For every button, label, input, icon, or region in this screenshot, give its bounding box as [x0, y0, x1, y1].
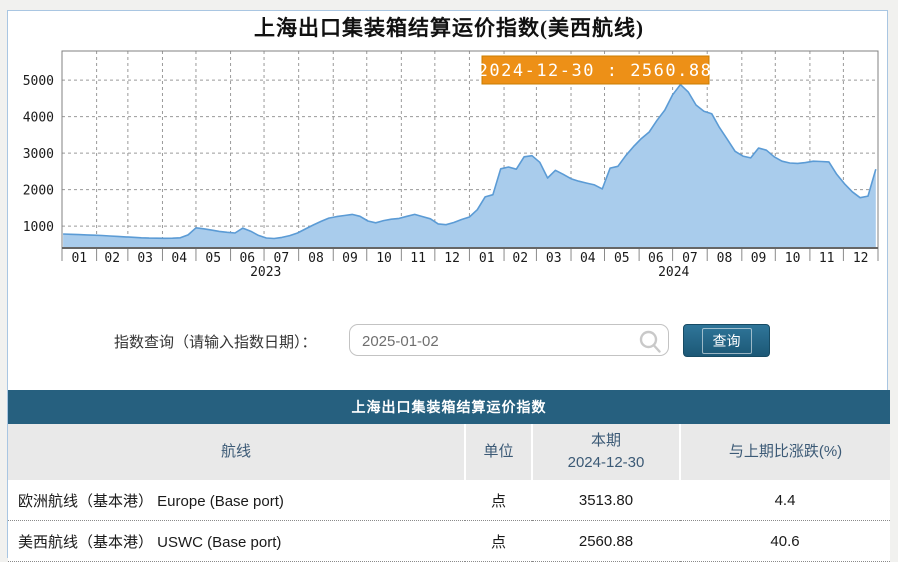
date-search-box[interactable] — [349, 324, 669, 356]
table-row: 美西航线（基本港） USWC (Base port) 点 2560.88 40.… — [8, 520, 890, 562]
svg-text:05: 05 — [205, 251, 221, 266]
svg-text:2024: 2024 — [658, 265, 689, 280]
svg-text:07: 07 — [682, 251, 698, 266]
svg-text:4000: 4000 — [23, 111, 54, 126]
svg-text:03: 03 — [546, 251, 562, 266]
svg-text:08: 08 — [308, 251, 324, 266]
svg-text:3000: 3000 — [23, 147, 54, 162]
col-header-current-label: 本期 — [590, 431, 621, 449]
current-value-cell: 3513.80 — [532, 480, 680, 521]
svg-text:09: 09 — [751, 251, 767, 266]
change-cell: 4.4 — [680, 480, 890, 521]
svg-text:12: 12 — [853, 251, 869, 266]
svg-text:01: 01 — [479, 251, 495, 266]
svg-text:1000: 1000 — [23, 220, 54, 235]
freight-index-chart[interactable]: 1000 2000 3000 4000 5000 01 02 03 04 05 06 07 08 09 10… — [0, 0, 898, 292]
table-title: 上海出口集装箱结算运价指数 — [8, 390, 890, 424]
date-input[interactable] — [360, 328, 634, 354]
query-label: 指数查询（请输入指数日期）： — [114, 334, 317, 351]
svg-text:03: 03 — [137, 251, 153, 266]
svg-text:10: 10 — [785, 251, 801, 266]
col-header-unit: 单位 — [464, 424, 532, 480]
svg-text:05: 05 — [614, 251, 630, 266]
svg-text:01: 01 — [71, 251, 87, 266]
route-cell: 美西航线（基本港） USWC (Base port) — [8, 520, 465, 562]
svg-text:2023: 2023 — [250, 265, 281, 280]
svg-text:02: 02 — [512, 251, 528, 266]
query-button[interactable]: 查询 — [683, 324, 770, 357]
search-icon — [639, 330, 661, 353]
unit-cell: 点 — [465, 480, 532, 521]
svg-text:11: 11 — [410, 251, 426, 266]
table-header-row: 航线 单位 本期 2024-12-30 与上期比涨跌(%) — [8, 424, 890, 480]
svg-text:09: 09 — [342, 251, 358, 266]
change-cell: 40.6 — [680, 520, 890, 562]
col-header-current: 本期 2024-12-30 — [531, 424, 680, 480]
svg-text:2000: 2000 — [23, 184, 54, 199]
index-query-row: 指数查询（请输入指数日期）： 查询 — [0, 323, 898, 359]
svg-text:2024-12-30 : 2560.88: 2024-12-30 : 2560.88 — [478, 61, 713, 81]
current-value-cell: 2560.88 — [532, 520, 680, 562]
svg-text:12: 12 — [444, 251, 460, 266]
unit-cell: 点 — [465, 520, 532, 562]
svg-text:06: 06 — [239, 251, 255, 266]
svg-text:5000: 5000 — [23, 74, 54, 89]
query-button-label: 查询 — [701, 327, 752, 354]
svg-text:07: 07 — [274, 251, 290, 266]
index-table: 上海出口集装箱结算运价指数 航线 单位 本期 2024-12-30 与上期比涨跌… — [8, 390, 890, 562]
svg-text:08: 08 — [717, 251, 733, 266]
svg-text:11: 11 — [819, 251, 835, 266]
route-cell: 欧洲航线（基本港） Europe (Base port) — [8, 480, 465, 521]
svg-text:02: 02 — [104, 251, 120, 266]
col-header-route: 航线 — [8, 424, 465, 480]
col-header-current-date: 2024-12-30 — [567, 454, 645, 471]
col-header-change: 与上期比涨跌(%) — [679, 424, 890, 480]
svg-text:10: 10 — [376, 251, 392, 266]
svg-text:06: 06 — [648, 251, 664, 266]
svg-text:04: 04 — [580, 251, 596, 266]
table-row: 欧洲航线（基本港） Europe (Base port) 点 3513.80 4… — [8, 480, 890, 521]
svg-text:04: 04 — [171, 251, 187, 266]
